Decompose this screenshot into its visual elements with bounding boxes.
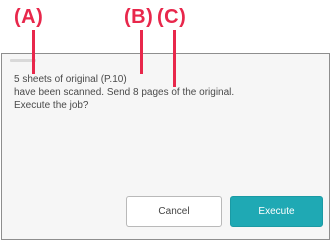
callout-b-label: (B) <box>124 6 154 28</box>
callout-c-label: (C) <box>157 6 187 28</box>
screen: (A) (B) (C) 5 sheets of original (P.10) … <box>0 0 332 241</box>
callout-c-leader-line <box>173 30 176 87</box>
execute-button[interactable]: Execute <box>230 196 323 227</box>
cancel-button[interactable]: Cancel <box>126 196 222 227</box>
callout-a-leader-line <box>32 30 35 74</box>
dialog-message: 5 sheets of original (P.10) have been sc… <box>14 74 235 111</box>
callout-a-label: (A) <box>14 6 44 28</box>
callout-b-leader-line <box>140 30 143 74</box>
confirmation-dialog: 5 sheets of original (P.10) have been sc… <box>1 53 330 240</box>
